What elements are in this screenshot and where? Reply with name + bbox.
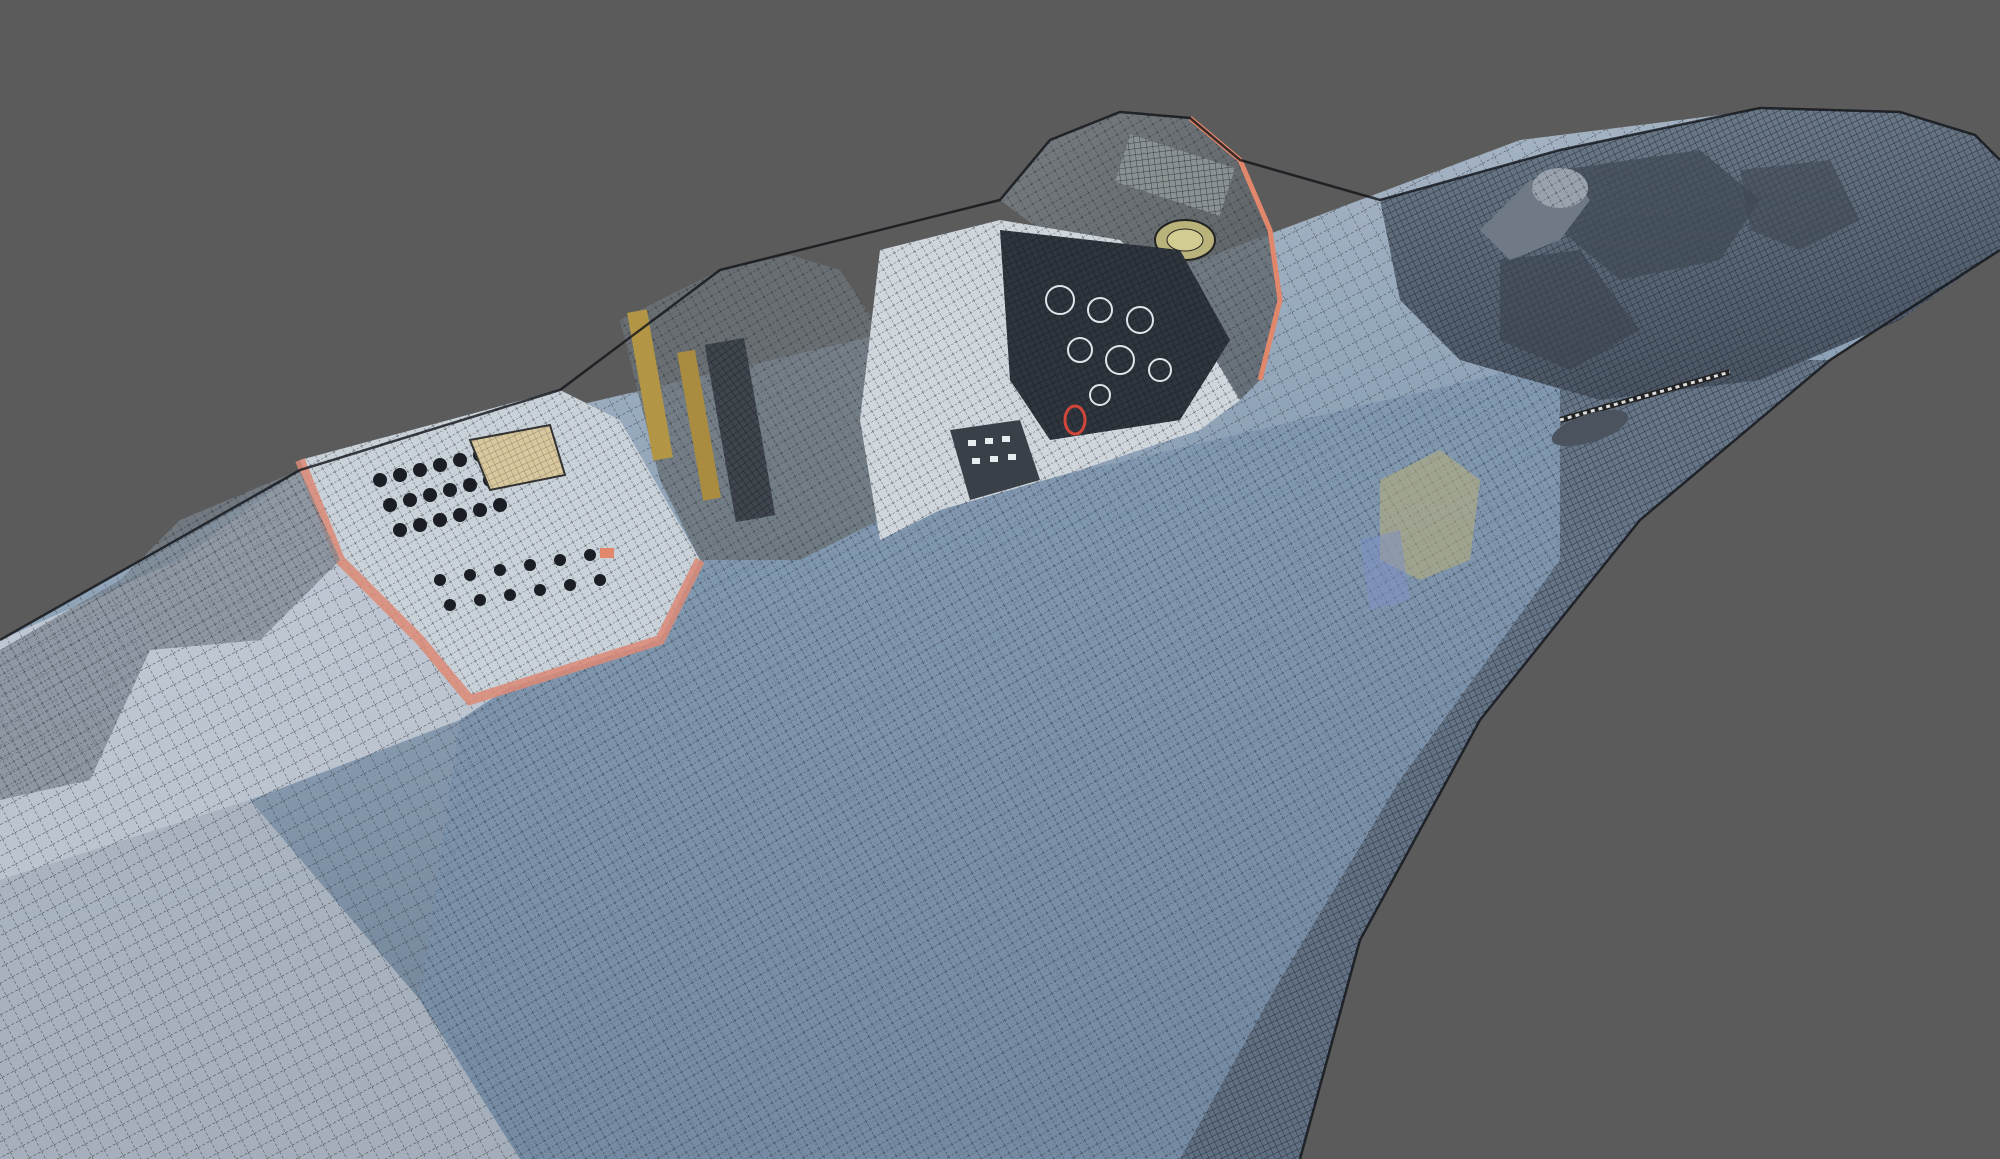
3d-viewport[interactable] [0, 0, 2000, 1159]
wireframe-render [0, 0, 2000, 1159]
